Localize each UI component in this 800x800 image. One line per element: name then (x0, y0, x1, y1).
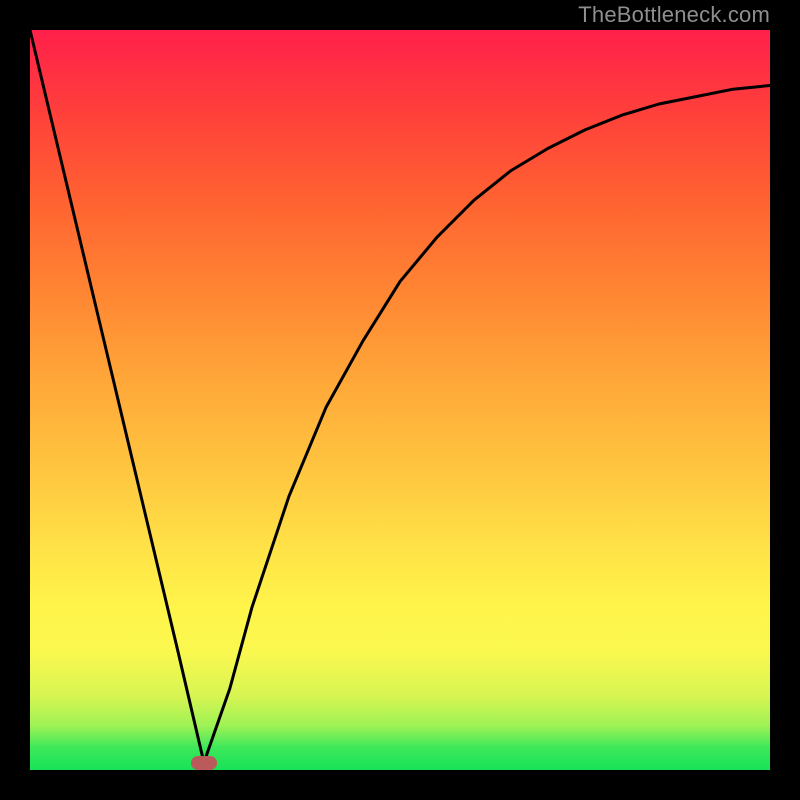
curve-svg (30, 30, 770, 770)
min-marker (191, 756, 217, 770)
site-watermark: TheBottleneck.com (578, 2, 770, 28)
chart-frame: TheBottleneck.com (0, 0, 800, 800)
plot-area (30, 30, 770, 770)
